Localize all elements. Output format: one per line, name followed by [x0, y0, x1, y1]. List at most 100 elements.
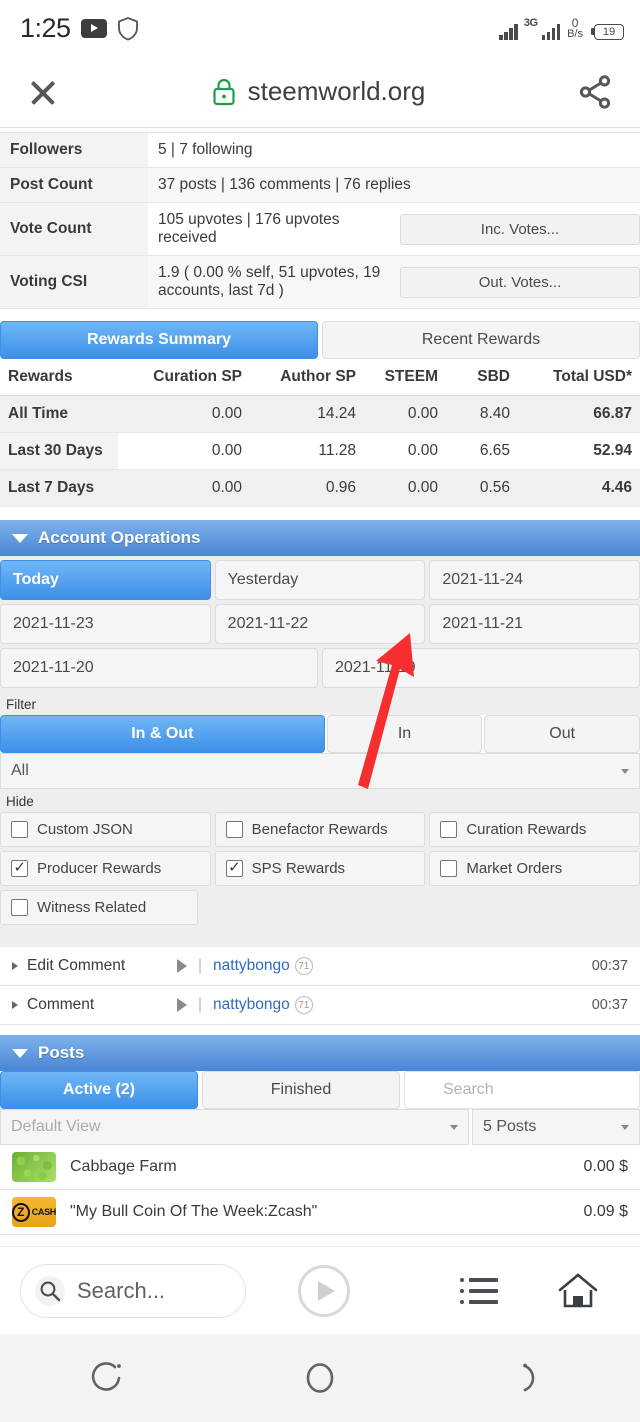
post-row[interactable]: Z CASH "My Bull Coin Of The Week:Zcash" … [0, 1190, 640, 1235]
filter-type-value: All [11, 762, 29, 779]
expand-play-icon[interactable] [177, 998, 187, 1012]
checkbox-label: Witness Related [37, 899, 147, 916]
inc-votes-button[interactable]: Inc. Votes... [400, 213, 640, 245]
account-stats-table: Followers 5 | 7 following Post Count 37 … [0, 133, 640, 309]
posts-view-select[interactable]: Default View [0, 1109, 469, 1145]
post-value: 0.00 $ [583, 1158, 628, 1175]
operation-row[interactable]: Comment | nattybongo 71 00:37 [0, 986, 640, 1025]
sbd-value: 0.56 [446, 469, 518, 507]
chevron-down-icon [12, 1048, 28, 1058]
posts-count-select[interactable]: 5 Posts [472, 1109, 640, 1145]
date-button-2021-11-21[interactable]: 2021-11-21 [429, 604, 640, 644]
col-sbd: SBD [446, 359, 518, 396]
operation-row[interactable]: Edit Comment | nattybongo 71 00:37 [0, 947, 640, 986]
tab-recent-rewards[interactable]: Recent Rewards [322, 321, 640, 359]
signal-bars-1-icon [499, 22, 518, 40]
stat-label: Vote Count [0, 202, 148, 256]
checkbox-label: Producer Rewards [37, 860, 162, 877]
home-circle-icon[interactable] [299, 1357, 341, 1399]
stat-label: Post Count [0, 167, 148, 203]
date-button-2021-11-23[interactable]: 2021-11-23 [0, 604, 211, 644]
shield-icon [117, 16, 138, 41]
date-button-2021-11-22[interactable]: 2021-11-22 [214, 604, 426, 644]
posts-search-input[interactable]: Search [404, 1071, 640, 1109]
data-rate-indicator: 0 B/s [567, 17, 583, 40]
tab-active-posts[interactable]: Active (2) [0, 1071, 198, 1109]
date-button-today[interactable]: Today [0, 560, 211, 600]
close-icon[interactable] [26, 75, 60, 109]
chevron-down-icon [450, 1124, 458, 1130]
author-sp-value: 11.28 [250, 432, 364, 470]
status-bar: 1:25 3G 0 B/s 19 [0, 0, 640, 56]
col-author-sp: Author SP [250, 359, 364, 396]
url-text: steemworld.org [247, 76, 426, 106]
share-icon[interactable] [576, 73, 614, 111]
operation-type: Comment [27, 996, 95, 1013]
section-gap [0, 1025, 640, 1034]
operation-type: Edit Comment [27, 957, 126, 974]
home-icon[interactable] [556, 1271, 600, 1311]
stat-label: Followers [0, 133, 148, 168]
col-rewards: Rewards [0, 359, 118, 396]
battery-icon: 19 [591, 23, 624, 40]
expand-play-icon[interactable] [177, 959, 187, 973]
checkbox-custom-json[interactable]: Custom JSON [0, 812, 211, 847]
posts-controls: Default View 5 Posts [0, 1109, 640, 1145]
date-button-2021-11-24[interactable]: 2021-11-24 [429, 560, 640, 600]
out-votes-button[interactable]: Out. Votes... [400, 266, 640, 298]
chevron-right-icon [12, 1001, 18, 1009]
data-rate-value: 0 [571, 15, 579, 30]
filter-tab-in[interactable]: In [326, 715, 483, 753]
zcash-logo-icon: Z [12, 1202, 30, 1222]
posts-header[interactable]: Posts [0, 1034, 640, 1071]
sbd-value: 8.40 [446, 395, 518, 433]
checkbox-witness-related[interactable]: Witness Related [0, 890, 199, 925]
filter-tab-in-and-out[interactable]: In & Out [0, 715, 325, 753]
checkbox-producer-rewards[interactable]: Producer Rewards [0, 851, 211, 886]
filter-type-select[interactable]: All [0, 753, 640, 789]
curation-sp-value: 0.00 [118, 469, 250, 507]
total-usd-value: 52.94 [518, 432, 640, 470]
date-button-2021-11-19[interactable]: 2021-11-19 [322, 648, 640, 688]
operation-time: 00:37 [591, 958, 628, 974]
url-display[interactable]: steemworld.org [211, 76, 426, 107]
table-row: Last 30 Days 0.00 11.28 0.00 6.65 52.94 [0, 432, 640, 470]
checkbox-market-orders[interactable]: Market Orders [429, 851, 640, 886]
play-circle-icon[interactable] [298, 1264, 350, 1317]
operations-spacer [0, 929, 640, 947]
checkbox-benefactor-rewards[interactable]: Benefactor Rewards [214, 812, 426, 847]
operation-account[interactable]: nattybongo [213, 996, 290, 1014]
recent-apps-icon[interactable] [86, 1357, 128, 1399]
table-header-row: Rewards Curation SP Author SP STEEM SBD … [0, 359, 640, 396]
account-operations-header[interactable]: Account Operations [0, 519, 640, 556]
back-icon[interactable] [512, 1357, 554, 1399]
post-title: Cabbage Farm [70, 1158, 177, 1175]
browser-bottom-bar: Search... [0, 1246, 640, 1334]
filter-tab-out[interactable]: Out [484, 715, 640, 753]
status-bar-right: 3G 0 B/s 19 [499, 17, 624, 40]
browser-search-pill[interactable]: Search... [20, 1263, 246, 1318]
col-curation-sp: Curation SP [118, 359, 250, 396]
checkbox-label: SPS Rewards [251, 860, 346, 877]
reputation-badge: 71 [294, 957, 313, 975]
list-icon[interactable] [460, 1277, 498, 1304]
stat-value: 5 | 7 following [148, 133, 640, 168]
checkbox-sps-rewards[interactable]: SPS Rewards [214, 851, 426, 886]
tab-finished-posts[interactable]: Finished [202, 1071, 400, 1109]
total-usd-value: 4.46 [518, 469, 640, 507]
sbd-value: 6.65 [446, 432, 518, 470]
checkbox-curation-rewards[interactable]: Curation Rewards [429, 812, 640, 847]
data-rate-unit: B/s [567, 27, 583, 40]
divider: | [198, 996, 203, 1013]
divider: | [198, 957, 203, 974]
stat-value: 105 upvotes | 176 upvotes received [148, 202, 394, 256]
steem-value: 0.00 [364, 469, 446, 507]
stat-value: 37 posts | 136 comments | 76 replies [148, 167, 640, 203]
date-button-yesterday[interactable]: Yesterday [214, 560, 426, 600]
date-button-2021-11-20[interactable]: 2021-11-20 [0, 648, 318, 688]
tab-rewards-summary[interactable]: Rewards Summary [0, 321, 318, 359]
checkbox-icon [440, 860, 458, 877]
operation-account[interactable]: nattybongo [213, 957, 290, 975]
status-clock: 1:25 [20, 12, 71, 43]
post-row[interactable]: Cabbage Farm 0.00 $ [0, 1145, 640, 1190]
